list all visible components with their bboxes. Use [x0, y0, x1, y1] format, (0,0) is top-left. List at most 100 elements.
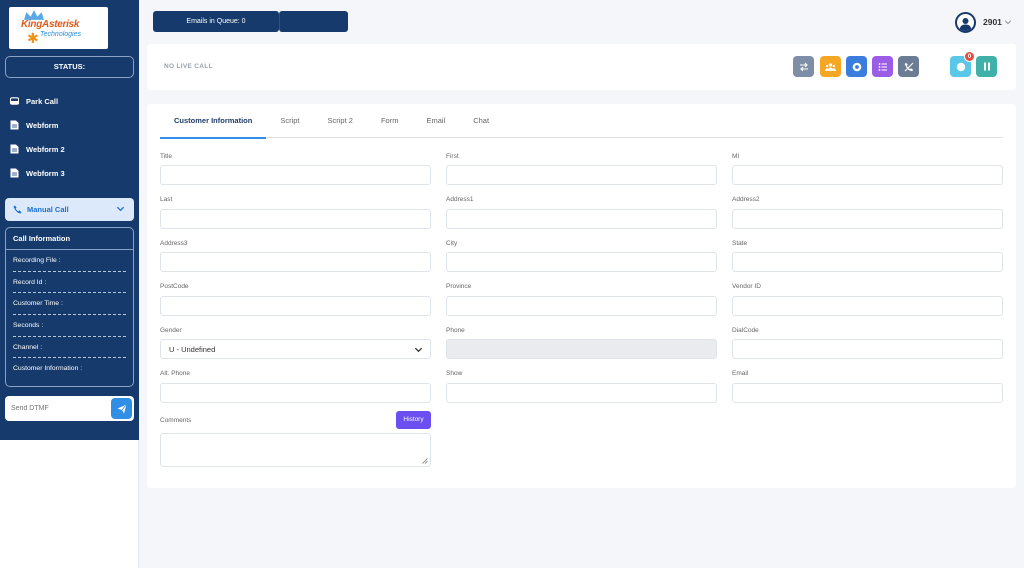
- state-field[interactable]: [732, 252, 1003, 272]
- manual-call-dropdown[interactable]: Manual Call: [5, 198, 134, 221]
- sidebar-item-webform-3[interactable]: Webform 3: [0, 163, 139, 183]
- phone-slash-icon: [904, 62, 913, 71]
- company-logo: KingAsterisk ✱ Technologies: [9, 7, 108, 49]
- pause-icon: [983, 62, 990, 71]
- queue-secondary-button[interactable]: [279, 11, 348, 32]
- alt-phone-field[interactable]: [160, 383, 431, 403]
- pause-button[interactable]: [976, 56, 997, 77]
- status-button[interactable]: 0: [950, 51, 975, 77]
- sidebar-item-webform[interactable]: Webform: [0, 115, 139, 135]
- record-id-row: Record Id :: [13, 272, 126, 294]
- user-menu[interactable]: 2901: [955, 11, 1012, 33]
- status-box[interactable]: STATUS:: [5, 56, 134, 78]
- city-label: City: [446, 240, 458, 247]
- province-label: Province: [446, 283, 472, 290]
- chevron-down-icon: [116, 206, 125, 212]
- list-button[interactable]: [872, 56, 893, 77]
- title-field[interactable]: [160, 165, 431, 185]
- alt-phone-label: Alt. Phone: [160, 370, 190, 377]
- dtmf-input[interactable]: [5, 396, 105, 421]
- city-field[interactable]: [446, 252, 717, 272]
- customer-information-card: Customer Information Script Script 2 For…: [147, 104, 1016, 488]
- vendor-id-label: Vendor ID: [732, 283, 761, 290]
- phone-field: [446, 339, 717, 359]
- chevron-down-icon: [1004, 20, 1012, 25]
- circle-icon: [956, 62, 965, 71]
- emails-in-queue-button[interactable]: Emails in Queue: 0: [153, 11, 279, 32]
- gender-select[interactable]: U - Undefined: [160, 339, 431, 359]
- tab-script[interactable]: Script: [266, 104, 313, 138]
- call-information-panel: Call Information Recording File : Record…: [5, 227, 134, 387]
- resize-handle-icon[interactable]: [422, 458, 428, 464]
- phone-icon: [13, 205, 22, 214]
- state-label: State: [732, 240, 748, 247]
- logo-subtitle: Technologies: [40, 31, 81, 38]
- dialcode-label: DialCode: [732, 327, 759, 334]
- address3-field[interactable]: [160, 252, 431, 272]
- list-icon: [878, 62, 887, 71]
- tab-email[interactable]: Email: [412, 104, 459, 138]
- users-icon: [825, 62, 836, 71]
- comments-textarea[interactable]: [160, 433, 431, 467]
- province-field[interactable]: [446, 296, 717, 316]
- show-field[interactable]: [446, 383, 717, 403]
- transfer-button[interactable]: [793, 56, 814, 77]
- tab-chat[interactable]: Chat: [459, 104, 503, 138]
- call-information-title: Call Information: [6, 228, 133, 250]
- send-dtmf-button[interactable]: [111, 398, 132, 419]
- first-label: First: [446, 153, 459, 160]
- tab-bar: Customer Information Script Script 2 For…: [160, 104, 1003, 139]
- sidebar: KingAsterisk ✱ Technologies STATUS: Park…: [0, 0, 139, 440]
- last-label: Last: [160, 196, 173, 203]
- gender-label: Gender: [160, 327, 182, 334]
- document-icon: [10, 120, 19, 130]
- address2-field[interactable]: [732, 209, 1003, 229]
- sidebar-item-webform-2[interactable]: Webform 2: [0, 139, 139, 159]
- vendor-id-field[interactable]: [732, 296, 1003, 316]
- last-field[interactable]: [160, 209, 431, 229]
- title-label: Title: [160, 153, 173, 160]
- live-call-card: NO LIVE CALL 0: [147, 44, 1016, 90]
- record-icon: [852, 62, 861, 71]
- address2-label: Address2: [732, 196, 760, 203]
- history-button[interactable]: History: [396, 411, 431, 429]
- record-button[interactable]: [846, 56, 867, 77]
- chevron-down-icon: [414, 347, 423, 353]
- sidebar-item-label: Webform 2: [26, 144, 65, 154]
- tab-customer-information[interactable]: Customer Information: [160, 104, 267, 139]
- first-field[interactable]: [446, 165, 717, 185]
- sidebar-item-park-call[interactable]: Park Call: [0, 91, 139, 111]
- mi-label: MI: [732, 153, 740, 160]
- mi-field[interactable]: [732, 165, 1003, 185]
- customer-time-row: Customer Time :: [13, 293, 126, 316]
- email-label: Email: [732, 370, 749, 377]
- tab-form[interactable]: Form: [367, 104, 413, 138]
- user-id: 2901: [983, 17, 1002, 27]
- email-field[interactable]: [732, 383, 1003, 403]
- tab-script-2[interactable]: Script 2: [314, 104, 367, 138]
- phone-label: Phone: [446, 327, 465, 334]
- gender-selected-value: U - Undefined: [169, 344, 216, 354]
- customer-information-row: Customer Information :: [13, 365, 83, 373]
- send-icon: [117, 403, 127, 413]
- postcode-field[interactable]: [160, 296, 431, 316]
- logo-name: KingAsterisk: [21, 19, 80, 30]
- sidebar-item-label: Webform: [26, 120, 59, 130]
- hangup-button[interactable]: [898, 56, 919, 77]
- conference-button[interactable]: [820, 56, 841, 77]
- channel-row: Channel :: [13, 337, 126, 359]
- seconds-row: Seconds :: [13, 315, 126, 337]
- notification-badge: 0: [964, 51, 975, 62]
- comments-label: Comments: [160, 417, 192, 424]
- transfer-icon: [799, 62, 808, 71]
- sidebar-footer: [0, 440, 139, 568]
- address1-label: Address1: [446, 196, 474, 203]
- address3-label: Address3: [160, 240, 188, 247]
- live-call-status: NO LIVE CALL: [164, 63, 213, 70]
- document-icon: [10, 144, 19, 154]
- asterisk-icon: ✱: [27, 30, 39, 46]
- show-label: Show: [446, 370, 463, 377]
- address1-field[interactable]: [446, 209, 717, 229]
- user-avatar-icon: [955, 11, 976, 33]
- dialcode-field[interactable]: [732, 339, 1003, 359]
